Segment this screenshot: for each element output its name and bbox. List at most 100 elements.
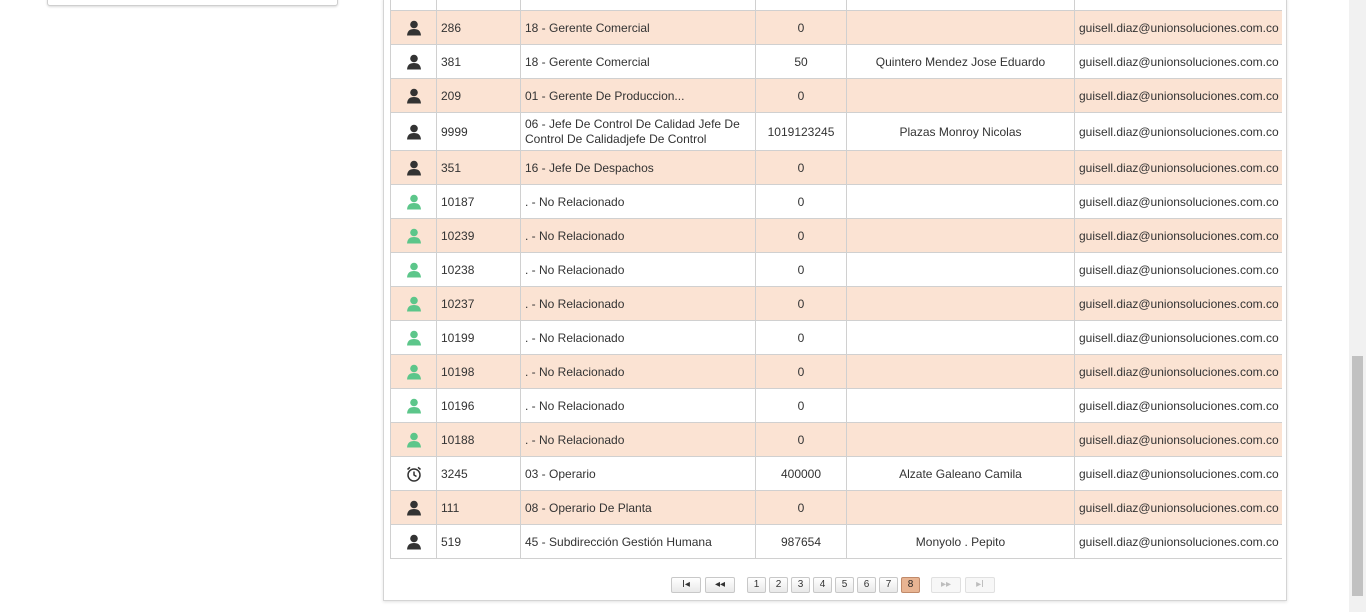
table-row[interactable]: 10187. - No Relacionado 0 guisell.diaz@uni…	[390, 184, 1282, 219]
user-green-icon[interactable]	[405, 295, 423, 313]
email-cell: guisell.diaz@unionsoluciones.com.co	[1074, 252, 1282, 287]
cargo-cell: 45 - Subdirección Gestión Humana	[520, 524, 756, 559]
user-green-icon[interactable]	[405, 431, 423, 449]
name-cell	[846, 218, 1075, 253]
id-cell: 111	[436, 490, 521, 525]
email-cell: guisell.diaz@unionsoluciones.com.co	[1074, 456, 1282, 491]
document-number-cell: 0	[755, 320, 847, 355]
user-green-icon[interactable]	[405, 363, 423, 381]
id-cell: 286	[436, 10, 521, 45]
table-cell	[520, 0, 756, 11]
user-green-icon[interactable]	[405, 329, 423, 347]
table-row[interactable]: 10237. - No Relacionado 0 guisell.diaz@uni…	[390, 286, 1282, 321]
row-status-cell	[390, 184, 437, 219]
document-number-cell: 50	[755, 44, 847, 79]
user-dark-icon[interactable]	[405, 19, 423, 37]
id-cell: 209	[436, 78, 521, 113]
prev-page-button[interactable]: ◂◂	[705, 577, 735, 593]
table-row[interactable]: 519 45 - Subdirección Gestión Humana 98765…	[390, 524, 1282, 559]
id-cell: 10199	[436, 320, 521, 355]
id-cell: 381	[436, 44, 521, 79]
table-row[interactable]: 9999 06 - Jefe De Control De Calidad Jefe…	[390, 112, 1282, 151]
row-status-cell	[390, 354, 437, 389]
scrollbar-thumb[interactable]	[1352, 356, 1363, 596]
name-cell	[846, 10, 1075, 45]
page-button-4[interactable]: 4	[813, 577, 832, 593]
page-button-6[interactable]: 6	[857, 577, 876, 593]
table-row[interactable]: 10199. - No Relacionado 0 guisell.diaz@uni…	[390, 320, 1282, 355]
page-button-7[interactable]: 7	[879, 577, 898, 593]
table-row[interactable]: 381 18 - Gerente Comercial 50 Quintero Mend…	[390, 44, 1282, 79]
id-cell: 10196	[436, 388, 521, 423]
pagination: I◂ ◂◂ 1 2 3 4 5 6 7 8 ▸▸ ▸I	[384, 577, 1286, 597]
name-cell	[846, 388, 1075, 423]
table-row[interactable]: 10188. - No Relacionado 0 guisell.diaz@uni…	[390, 422, 1282, 457]
id-cell: 10237	[436, 286, 521, 321]
table-cell	[436, 0, 521, 11]
email-cell: guisell.diaz@unionsoluciones.com.co	[1074, 490, 1282, 525]
table-row[interactable]: 3245 03 - Operario 400000 Alzate Galeano Ca…	[390, 456, 1282, 491]
user-dark-icon[interactable]	[405, 533, 423, 551]
table-row[interactable]: 351 16 - Jefe De Despachos 0 guisell.diaz@u…	[390, 150, 1282, 185]
id-cell: 519	[436, 524, 521, 559]
table-row[interactable]: 10196. - No Relacionado 0 guisell.diaz@uni…	[390, 388, 1282, 423]
user-green-icon[interactable]	[405, 193, 423, 211]
name-cell	[846, 320, 1075, 355]
email-cell: guisell.diaz@unionsoluciones.com.co	[1074, 524, 1282, 559]
alarm-clock-icon[interactable]	[405, 465, 423, 483]
row-status-cell	[390, 422, 437, 457]
user-green-icon[interactable]	[405, 261, 423, 279]
table-row[interactable]: 10238. - No Relacionado 0 guisell.diaz@uni…	[390, 252, 1282, 287]
row-status-cell	[390, 44, 437, 79]
id-cell: 9999	[436, 112, 521, 151]
name-cell	[846, 150, 1075, 185]
document-number-cell: 1019123245	[755, 112, 847, 151]
name-cell: Monyolo . Pepito	[846, 524, 1075, 559]
page-button-1[interactable]: 1	[747, 577, 766, 593]
row-status-cell	[390, 150, 437, 185]
page-button-5[interactable]: 5	[835, 577, 854, 593]
email-cell: guisell.diaz@unionsoluciones.com.co	[1074, 78, 1282, 113]
email-cell: guisell.diaz@unionsoluciones.com.co	[1074, 44, 1282, 79]
row-status-cell	[390, 10, 437, 45]
name-cell	[846, 184, 1075, 219]
row-status-cell	[390, 286, 437, 321]
table-row[interactable]: 209 01 - Gerente De Produccion... 0 guisell…	[390, 78, 1282, 113]
cargo-cell: 03 - Operario	[520, 456, 756, 491]
cargo-cell: 18 - Gerente Comercial	[520, 44, 756, 79]
name-cell: Plazas Monroy Nicolas	[846, 112, 1075, 151]
cargo-cell: . - No Relacionado	[520, 218, 756, 253]
table-row[interactable]: 286 18 - Gerente Comercial 0 guisell.diaz@u…	[390, 10, 1282, 45]
cargo-cell: . - No Relacionado	[520, 354, 756, 389]
table-cell	[1074, 0, 1282, 11]
vertical-scrollbar[interactable]	[1349, 0, 1366, 612]
first-page-button[interactable]: I◂	[671, 577, 701, 593]
name-cell	[846, 354, 1075, 389]
user-dark-icon[interactable]	[405, 53, 423, 71]
page-button-3[interactable]: 3	[791, 577, 810, 593]
email-cell: guisell.diaz@unionsoluciones.com.co	[1074, 286, 1282, 321]
email-cell: guisell.diaz@unionsoluciones.com.co	[1074, 218, 1282, 253]
user-dark-icon[interactable]	[405, 499, 423, 517]
results-table-body: 286 18 - Gerente Comercial 0 guisell.diaz@u…	[390, 0, 1282, 559]
id-cell: 10198	[436, 354, 521, 389]
user-dark-icon[interactable]	[405, 123, 423, 141]
email-cell: guisell.diaz@unionsoluciones.com.co	[1074, 10, 1282, 45]
table-row[interactable]: 10239. - No Relacionado 0 guisell.diaz@uni…	[390, 218, 1282, 253]
page-button-2[interactable]: 2	[769, 577, 788, 593]
user-dark-icon[interactable]	[405, 87, 423, 105]
user-green-icon[interactable]	[405, 227, 423, 245]
document-number-cell: 0	[755, 252, 847, 287]
cargo-cell: 01 - Gerente De Produccion...	[520, 78, 756, 113]
user-dark-icon[interactable]	[405, 159, 423, 177]
page-button-8[interactable]: 8	[901, 577, 920, 593]
document-number-cell: 0	[755, 388, 847, 423]
user-green-icon[interactable]	[405, 397, 423, 415]
table-cell	[755, 0, 847, 11]
table-row[interactable]: 111 08 - Operario De Planta 0 guisell.diaz@…	[390, 490, 1282, 525]
email-cell: guisell.diaz@unionsoluciones.com.co	[1074, 184, 1282, 219]
document-number-cell: 0	[755, 286, 847, 321]
cargo-cell: . - No Relacionado	[520, 252, 756, 287]
table-row[interactable]: 10198. - No Relacionado 0 guisell.diaz@uni…	[390, 354, 1282, 389]
row-status-cell	[390, 388, 437, 423]
